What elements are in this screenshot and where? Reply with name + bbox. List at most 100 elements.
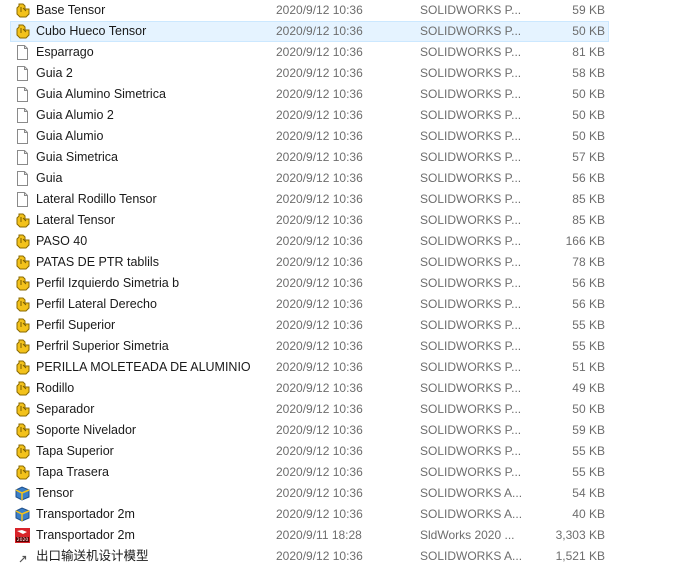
file-date-modified: 2020/9/12 10:36 bbox=[276, 486, 363, 500]
solidworks-part-icon bbox=[14, 422, 31, 439]
file-size: 78 KB bbox=[572, 255, 605, 269]
solidworks-part-icon bbox=[14, 233, 31, 250]
file-name: Soporte Nivelador bbox=[36, 423, 137, 437]
file-row[interactable]: Perfil Izquierdo Simetria b 2020/9/12 10… bbox=[0, 273, 689, 294]
file-row[interactable]: Lateral Tensor 2020/9/12 10:36 SOLIDWORK… bbox=[0, 210, 689, 231]
file-size: 50 KB bbox=[572, 108, 605, 122]
file-date-modified: 2020/9/12 10:36 bbox=[276, 444, 363, 458]
file-size: 57 KB bbox=[572, 150, 605, 164]
file-name: Lateral Tensor bbox=[36, 213, 115, 227]
file-size: 59 KB bbox=[572, 423, 605, 437]
file-row[interactable]: Perfil Superior 2020/9/12 10:36 SOLIDWOR… bbox=[0, 315, 689, 336]
file-row[interactable]: Tapa Superior 2020/9/12 10:36 SOLIDWORKS… bbox=[0, 441, 689, 462]
file-row[interactable]: Transportador 2m 2020/9/12 10:36 SOLIDWO… bbox=[0, 504, 689, 525]
file-date-modified: 2020/9/12 10:36 bbox=[276, 108, 363, 122]
file-row[interactable]: Guia Simetrica 2020/9/12 10:36 SOLIDWORK… bbox=[0, 147, 689, 168]
solidworks-part-icon bbox=[14, 23, 31, 40]
file-size: 3,303 KB bbox=[555, 528, 605, 542]
file-date-modified: 2020/9/12 10:36 bbox=[276, 297, 363, 311]
file-name: Transportador 2m bbox=[36, 528, 135, 542]
file-type: SOLIDWORKS P... bbox=[420, 45, 522, 59]
file-row[interactable]: Tapa Trasera 2020/9/12 10:36 SOLIDWORKS … bbox=[0, 462, 689, 483]
file-row[interactable]: Perfil Lateral Derecho 2020/9/12 10:36 S… bbox=[0, 294, 689, 315]
file-size: 55 KB bbox=[572, 339, 605, 353]
file-date-modified: 2020/9/12 10:36 bbox=[276, 150, 363, 164]
file-type: SOLIDWORKS P... bbox=[420, 360, 522, 374]
file-date-modified: 2020/9/12 10:36 bbox=[276, 87, 363, 101]
file-type: SOLIDWORKS A... bbox=[420, 486, 523, 500]
file-row[interactable]: Rodillo 2020/9/12 10:36 SOLIDWORKS P... … bbox=[0, 378, 689, 399]
file-row[interactable]: Soporte Nivelador 2020/9/12 10:36 SOLIDW… bbox=[0, 420, 689, 441]
blank-file-icon bbox=[14, 191, 31, 208]
file-row[interactable]: Guia 2 2020/9/12 10:36 SOLIDWORKS P... 5… bbox=[0, 63, 689, 84]
blank-file-icon bbox=[14, 86, 31, 103]
file-size: 56 KB bbox=[572, 171, 605, 185]
file-row[interactable]: 出口输送机设计模型 2020/9/12 10:36 SOLIDWORKS A..… bbox=[0, 546, 689, 567]
file-size: 56 KB bbox=[572, 297, 605, 311]
file-row[interactable]: Separador 2020/9/12 10:36 SOLIDWORKS P..… bbox=[0, 399, 689, 420]
file-row[interactable]: Guia Alumio 2020/9/12 10:36 SOLIDWORKS P… bbox=[0, 126, 689, 147]
file-type: SOLIDWORKS P... bbox=[420, 24, 522, 38]
file-date-modified: 2020/9/11 18:28 bbox=[276, 528, 362, 542]
file-row[interactable]: 2020 Transportador 2m 2020/9/11 18:28 Sl… bbox=[0, 525, 689, 546]
file-size: 51 KB bbox=[572, 360, 605, 374]
file-date-modified: 2020/9/12 10:36 bbox=[276, 381, 363, 395]
file-name: Perfril Superior Simetria bbox=[36, 339, 169, 353]
file-name: Perfil Superior bbox=[36, 318, 116, 332]
file-type: SOLIDWORKS P... bbox=[420, 150, 522, 164]
file-row[interactable]: Esparrago 2020/9/12 10:36 SOLIDWORKS P..… bbox=[0, 42, 689, 63]
file-name: 出口输送机设计模型 bbox=[36, 549, 149, 563]
file-date-modified: 2020/9/12 10:36 bbox=[276, 129, 363, 143]
blank-file-icon bbox=[14, 128, 31, 145]
file-date-modified: 2020/9/12 10:36 bbox=[276, 192, 363, 206]
file-date-modified: 2020/9/12 10:36 bbox=[276, 255, 363, 269]
file-type: SOLIDWORKS P... bbox=[420, 381, 522, 395]
file-row[interactable]: Tensor 2020/9/12 10:36 SOLIDWORKS A... 5… bbox=[0, 483, 689, 504]
file-row[interactable]: Lateral Rodillo Tensor 2020/9/12 10:36 S… bbox=[0, 189, 689, 210]
file-date-modified: 2020/9/12 10:36 bbox=[276, 276, 363, 290]
file-name: Lateral Rodillo Tensor bbox=[36, 192, 157, 206]
shortcut-icon bbox=[14, 548, 31, 565]
file-row[interactable]: Perfril Superior Simetria 2020/9/12 10:3… bbox=[0, 336, 689, 357]
file-type: SOLIDWORKS A... bbox=[420, 507, 523, 521]
file-row[interactable]: PATAS DE PTR tablils 2020/9/12 10:36 SOL… bbox=[0, 252, 689, 273]
solidworks-assembly-icon bbox=[14, 506, 31, 523]
solidworks-part-icon bbox=[14, 296, 31, 313]
file-type: SOLIDWORKS P... bbox=[420, 171, 522, 185]
file-date-modified: 2020/9/12 10:36 bbox=[276, 465, 363, 479]
file-type: SOLIDWORKS P... bbox=[420, 3, 522, 17]
solidworks-part-icon bbox=[14, 464, 31, 481]
file-type: SOLIDWORKS P... bbox=[420, 444, 522, 458]
file-date-modified: 2020/9/12 10:36 bbox=[276, 171, 363, 185]
file-row[interactable]: PASO 40 2020/9/12 10:36 SOLIDWORKS P... … bbox=[0, 231, 689, 252]
blank-file-icon bbox=[14, 44, 31, 61]
file-row[interactable]: PERILLA MOLETEADA DE ALUMINIO 2020/9/12 … bbox=[0, 357, 689, 378]
file-name: Tapa Trasera bbox=[36, 465, 109, 479]
file-row[interactable]: Guia Alumino Simetrica 2020/9/12 10:36 S… bbox=[0, 84, 689, 105]
solidworks-part-icon bbox=[14, 317, 31, 334]
file-type: SOLIDWORKS P... bbox=[420, 192, 522, 206]
file-type: SOLIDWORKS P... bbox=[420, 129, 522, 143]
file-name: Guia Alumio 2 bbox=[36, 108, 114, 122]
file-size: 55 KB bbox=[572, 318, 605, 332]
file-name: Tensor bbox=[36, 486, 74, 500]
file-name: Rodillo bbox=[36, 381, 75, 395]
file-type: SOLIDWORKS P... bbox=[420, 318, 522, 332]
file-type: SOLIDWORKS P... bbox=[420, 339, 522, 353]
file-size: 85 KB bbox=[572, 213, 605, 227]
file-row[interactable]: Cubo Hueco Tensor 2020/9/12 10:36 SOLIDW… bbox=[0, 21, 689, 42]
file-date-modified: 2020/9/12 10:36 bbox=[276, 360, 363, 374]
file-type: SOLIDWORKS P... bbox=[420, 108, 522, 122]
file-date-modified: 2020/9/12 10:36 bbox=[276, 339, 363, 353]
file-row[interactable]: Guia 2020/9/12 10:36 SOLIDWORKS P... 56 … bbox=[0, 168, 689, 189]
file-size: 166 KB bbox=[565, 234, 605, 248]
file-date-modified: 2020/9/12 10:36 bbox=[276, 66, 363, 80]
file-row[interactable]: Base Tensor 2020/9/12 10:36 SOLIDWORKS P… bbox=[0, 0, 689, 21]
file-type: SOLIDWORKS P... bbox=[420, 213, 522, 227]
file-size: 50 KB bbox=[572, 129, 605, 143]
file-size: 50 KB bbox=[572, 24, 605, 38]
file-date-modified: 2020/9/12 10:36 bbox=[276, 549, 363, 563]
file-size: 58 KB bbox=[572, 66, 605, 80]
file-type: SOLIDWORKS P... bbox=[420, 276, 522, 290]
file-row[interactable]: Guia Alumio 2 2020/9/12 10:36 SOLIDWORKS… bbox=[0, 105, 689, 126]
